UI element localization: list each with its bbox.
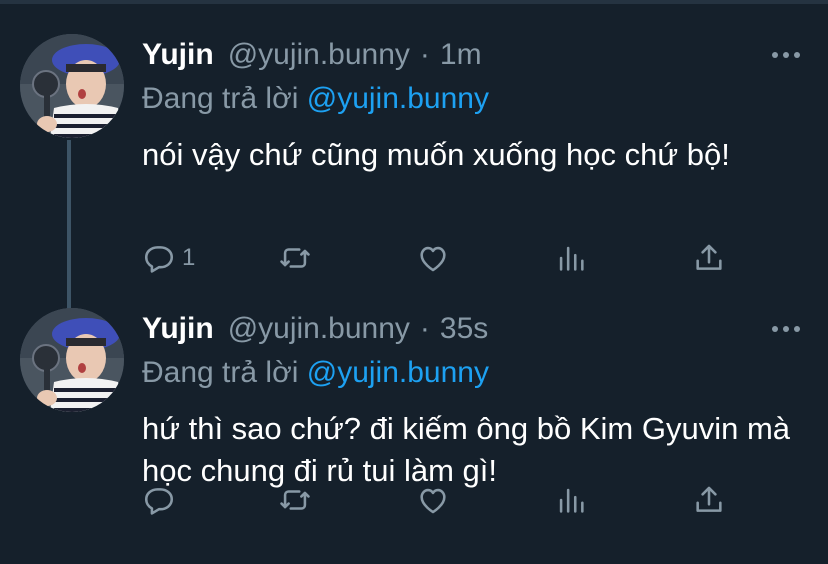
replying-mention-link[interactable]: @yujin.bunny	[307, 356, 489, 389]
share-button[interactable]	[692, 238, 726, 278]
timeline: Yujin @yujin.bunny · 1m Đang trả lời @yu…	[0, 0, 828, 564]
share-button[interactable]	[692, 480, 726, 520]
avatar-image	[20, 34, 124, 138]
like-icon	[420, 488, 446, 514]
replying-mention-link[interactable]: @yujin.bunny	[307, 82, 489, 115]
retweet-icon	[280, 490, 310, 510]
replying-prefix: Đang trả lời	[142, 82, 299, 115]
avatar-image	[20, 308, 124, 412]
display-name[interactable]: Yujin	[142, 38, 214, 72]
like-button[interactable]	[416, 480, 450, 520]
analytics-icon	[559, 246, 584, 271]
retweet-icon	[280, 248, 310, 268]
avatar[interactable]	[20, 34, 124, 138]
replying-to: Đang trả lời @yujin.bunny	[142, 356, 489, 390]
share-icon	[696, 244, 722, 270]
avatar[interactable]	[20, 308, 124, 412]
timestamp[interactable]: 1m	[440, 38, 482, 72]
timestamp[interactable]: 35s	[440, 312, 488, 346]
display-name[interactable]: Yujin	[142, 312, 214, 346]
separator-dot: ·	[419, 312, 430, 345]
more-icon[interactable]	[772, 50, 802, 60]
reply-count: 1	[182, 244, 196, 271]
reply-button[interactable]	[142, 480, 182, 520]
tweet-actions: 1	[142, 238, 732, 278]
analytics-button[interactable]	[554, 238, 588, 278]
tweet-text: nói vậy chứ cũng muốn xuống học chứ bộ!	[142, 137, 730, 172]
user-handle[interactable]: @yujin.bunny	[228, 312, 410, 346]
replying-prefix: Đang trả lời	[142, 356, 299, 389]
analytics-icon	[559, 488, 584, 513]
reply-icon	[144, 488, 174, 515]
like-button[interactable]	[416, 238, 450, 278]
user-handle[interactable]: @yujin.bunny	[228, 38, 410, 72]
share-icon	[696, 486, 722, 512]
reply-icon	[144, 246, 174, 273]
thread-connector-line	[67, 140, 71, 310]
replying-to: Đang trả lời @yujin.bunny	[142, 82, 489, 116]
tweet-header: Yujin @yujin.bunny · 35s	[142, 312, 488, 354]
separator-dot: ·	[419, 38, 430, 71]
tweet-actions	[142, 480, 732, 520]
retweet-button[interactable]	[278, 480, 312, 520]
reply-button[interactable]: 1	[142, 238, 195, 278]
more-icon[interactable]	[772, 324, 802, 334]
retweet-button[interactable]	[278, 238, 312, 278]
like-icon	[420, 246, 446, 272]
tweet-header: Yujin @yujin.bunny · 1m	[142, 38, 482, 80]
analytics-button[interactable]	[554, 480, 588, 520]
top-divider	[0, 0, 828, 4]
